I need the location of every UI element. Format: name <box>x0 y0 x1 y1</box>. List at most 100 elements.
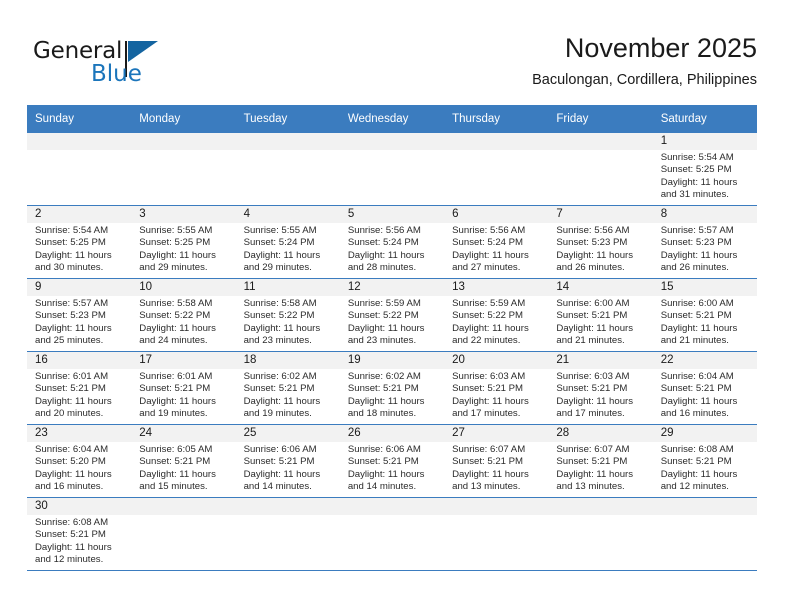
calendar-day-cell[interactable]: 8 Sunrise: 5:57 AM Sunset: 5:23 PM Daylight… <box>652 205 757 279</box>
calendar-day-cell[interactable]: 29 Sunrise: 6:08 AM Sunset: 5:21 PM Dayligh… <box>652 424 757 498</box>
day-detail-daylight2: and 12 minutes. <box>35 553 104 565</box>
calendar-day-cell[interactable]: 11 Sunrise: 5:58 AM Sunset: 5:22 PM Dayligh… <box>235 278 340 352</box>
calendar-day-cell[interactable]: 6 Sunrise: 5:56 AM Sunset: 5:24 PM Daylight… <box>444 205 549 279</box>
calendar-day-cell[interactable]: 14 Sunrise: 6:00 AM Sunset: 5:21 PM Dayligh… <box>548 278 653 352</box>
day-detail-sunrise: Sunrise: 5:59 AM <box>347 298 421 309</box>
day-detail-daylight2: and 23 minutes. <box>243 334 312 346</box>
calendar-day-cell[interactable]: 23 Sunrise: 6:04 AM Sunset: 5:20 PM Dayligh… <box>27 424 132 498</box>
day-detail-daylight2: and 14 minutes. <box>243 480 312 492</box>
day-details: Sunrise: 5:57 AM Sunset: 5:23 PM Daylight:… <box>27 296 131 347</box>
calendar-day-cell[interactable]: 19 Sunrise: 6:02 AM Sunset: 5:21 PM Dayligh… <box>339 351 445 425</box>
day-detail-daylight1: Daylight: 11 hours <box>35 395 112 407</box>
day-number: 1 <box>652 133 757 150</box>
day-detail-sunrise: Sunrise: 5:57 AM <box>660 225 734 236</box>
day-cell-inner <box>235 498 340 570</box>
day-cell-inner: 12 Sunrise: 5:59 AM Sunset: 5:22 PM Dayligh… <box>339 279 445 351</box>
day-cell-inner: 2 Sunrise: 5:54 AM Sunset: 5:25 PM Daylight… <box>27 206 132 278</box>
calendar-day-cell[interactable]: 15 Sunrise: 6:00 AM Sunset: 5:21 PM Dayligh… <box>652 278 757 352</box>
calendar-week-row: 2 Sunrise: 5:54 AM Sunset: 5:25 PM Daylight… <box>27 205 757 279</box>
day-detail-daylight2: and 30 minutes. <box>35 261 104 273</box>
calendar-cell-empty <box>27 133 132 206</box>
calendar-day-cell[interactable]: 12 Sunrise: 5:59 AM Sunset: 5:22 PM Dayligh… <box>339 278 445 352</box>
day-details: Sunrise: 5:54 AM Sunset: 5:25 PM Daylight:… <box>27 223 131 274</box>
day-number <box>444 498 549 515</box>
day-details: Sunrise: 5:56 AM Sunset: 5:24 PM Daylight:… <box>444 223 548 274</box>
day-detail-sunset: Sunset: 5:21 PM <box>452 456 524 468</box>
day-detail-sunrise: Sunrise: 6:05 AM <box>139 444 213 455</box>
day-details: Sunrise: 6:02 AM Sunset: 5:21 PM Daylight:… <box>340 369 444 420</box>
weekday-header-wednesday: Wednesday <box>339 105 445 133</box>
day-detail-daylight1: Daylight: 11 hours <box>452 322 529 334</box>
calendar-day-cell[interactable]: 3 Sunrise: 5:55 AM Sunset: 5:25 PM Daylight… <box>131 205 236 279</box>
calendar-day-cell[interactable]: 22 Sunrise: 6:04 AM Sunset: 5:21 PM Dayligh… <box>652 351 757 425</box>
calendar-day-cell[interactable]: 30 Sunrise: 6:08 AM Sunset: 5:21 PM Dayligh… <box>27 497 132 571</box>
calendar-day-cell[interactable]: 10 Sunrise: 5:58 AM Sunset: 5:22 PM Dayligh… <box>131 278 236 352</box>
day-detail-sunset: Sunset: 5:23 PM <box>35 310 106 322</box>
calendar-day-cell[interactable]: 21 Sunrise: 6:03 AM Sunset: 5:21 PM Dayligh… <box>548 351 653 425</box>
day-number: 14 <box>548 279 653 296</box>
day-details: Sunrise: 6:06 AM Sunset: 5:21 PM Daylight:… <box>236 442 340 493</box>
calendar-day-cell[interactable]: 2 Sunrise: 5:54 AM Sunset: 5:25 PM Daylight… <box>27 205 132 279</box>
day-details: Sunrise: 5:59 AM Sunset: 5:22 PM Daylight:… <box>444 296 548 347</box>
day-number: 21 <box>548 352 653 369</box>
calendar-day-cell[interactable]: 28 Sunrise: 6:07 AM Sunset: 5:21 PM Dayligh… <box>548 424 653 498</box>
calendar-cell-empty <box>235 133 340 206</box>
calendar-body: 1 Sunrise: 5:54 AM Sunset: 5:25 PM Daylight… <box>27 133 757 571</box>
day-details: Sunrise: 5:56 AM Sunset: 5:23 PM Daylight:… <box>548 223 652 274</box>
day-detail-sunset: Sunset: 5:22 PM <box>139 310 211 322</box>
day-details: Sunrise: 5:55 AM Sunset: 5:25 PM Daylight:… <box>131 223 235 274</box>
day-detail-sunrise: Sunrise: 6:00 AM <box>660 298 734 309</box>
day-cell-inner: 25 Sunrise: 6:06 AM Sunset: 5:21 PM Dayligh… <box>235 425 340 497</box>
day-detail-daylight1: Daylight: 11 hours <box>556 395 634 407</box>
day-cell-inner: 11 Sunrise: 5:58 AM Sunset: 5:22 PM Dayligh… <box>235 279 340 351</box>
day-number: 13 <box>444 279 549 296</box>
day-detail-daylight1: Daylight: 11 hours <box>660 249 738 261</box>
calendar-day-cell[interactable]: 27 Sunrise: 6:07 AM Sunset: 5:21 PM Dayligh… <box>444 424 549 498</box>
day-detail-sunrise: Sunrise: 5:55 AM <box>243 225 317 236</box>
day-cell-inner: 29 Sunrise: 6:08 AM Sunset: 5:21 PM Dayligh… <box>652 425 757 497</box>
blue-triangle-flag-icon <box>125 41 158 77</box>
day-detail-sunrise: Sunrise: 5:56 AM <box>347 225 421 236</box>
day-detail-sunset: Sunset: 5:21 PM <box>139 456 211 468</box>
day-detail-sunset: Sunset: 5:21 PM <box>452 383 524 395</box>
calendar-day-cell[interactable]: 17 Sunrise: 6:01 AM Sunset: 5:21 PM Dayligh… <box>131 351 236 425</box>
calendar-day-cell[interactable]: 18 Sunrise: 6:02 AM Sunset: 5:21 PM Dayligh… <box>235 351 340 425</box>
day-detail-sunrise: Sunrise: 6:07 AM <box>556 444 630 455</box>
day-cell-inner: 22 Sunrise: 6:04 AM Sunset: 5:21 PM Dayligh… <box>652 352 757 424</box>
day-detail-daylight1: Daylight: 11 hours <box>347 249 425 261</box>
day-detail-sunrise: Sunrise: 6:08 AM <box>660 444 734 455</box>
calendar-day-cell[interactable]: 7 Sunrise: 5:56 AM Sunset: 5:23 PM Daylight… <box>548 205 653 279</box>
day-detail-sunset: Sunset: 5:21 PM <box>556 456 628 468</box>
calendar-day-cell[interactable]: 1 Sunrise: 5:54 AM Sunset: 5:25 PM Daylight… <box>652 133 757 206</box>
day-number: 16 <box>27 352 132 369</box>
day-number: 18 <box>235 352 340 369</box>
calendar-day-cell[interactable]: 4 Sunrise: 5:55 AM Sunset: 5:24 PM Daylight… <box>235 205 340 279</box>
day-detail-sunrise: Sunrise: 6:00 AM <box>556 298 630 309</box>
day-detail-daylight1: Daylight: 11 hours <box>660 468 738 480</box>
calendar-day-cell[interactable]: 9 Sunrise: 5:57 AM Sunset: 5:23 PM Daylight… <box>27 278 132 352</box>
day-number <box>652 498 757 515</box>
day-cell-inner <box>444 498 549 570</box>
day-detail-daylight2: and 26 minutes. <box>556 261 625 273</box>
day-details: Sunrise: 6:03 AM Sunset: 5:21 PM Daylight:… <box>444 369 548 420</box>
general-blue-logo[interactable]: General Blue <box>33 38 213 90</box>
day-detail-daylight2: and 13 minutes. <box>556 480 625 492</box>
day-details: Sunrise: 6:08 AM Sunset: 5:21 PM Daylight:… <box>27 515 131 566</box>
day-number: 4 <box>235 206 340 223</box>
day-cell-inner: 16 Sunrise: 6:01 AM Sunset: 5:21 PM Dayligh… <box>27 352 132 424</box>
day-details: Sunrise: 5:59 AM Sunset: 5:22 PM Daylight:… <box>340 296 444 347</box>
day-details: Sunrise: 6:08 AM Sunset: 5:21 PM Daylight:… <box>653 442 757 493</box>
calendar-day-cell[interactable]: 26 Sunrise: 6:06 AM Sunset: 5:21 PM Dayligh… <box>339 424 445 498</box>
calendar-day-cell[interactable]: 25 Sunrise: 6:06 AM Sunset: 5:21 PM Dayligh… <box>235 424 340 498</box>
day-detail-sunrise: Sunrise: 6:06 AM <box>347 444 421 455</box>
calendar-day-cell[interactable]: 20 Sunrise: 6:03 AM Sunset: 5:21 PM Dayligh… <box>444 351 549 425</box>
calendar-day-cell[interactable]: 13 Sunrise: 5:59 AM Sunset: 5:22 PM Dayligh… <box>444 278 549 352</box>
calendar-day-cell[interactable]: 16 Sunrise: 6:01 AM Sunset: 5:21 PM Dayligh… <box>27 351 132 425</box>
day-number: 10 <box>131 279 236 296</box>
day-detail-sunset: Sunset: 5:21 PM <box>243 383 315 395</box>
day-details: Sunrise: 5:54 AM Sunset: 5:25 PM Daylight:… <box>653 150 757 201</box>
day-detail-sunset: Sunset: 5:21 PM <box>660 310 732 322</box>
day-detail-daylight2: and 15 minutes. <box>139 480 208 492</box>
calendar-day-cell[interactable]: 5 Sunrise: 5:56 AM Sunset: 5:24 PM Daylight… <box>339 205 445 279</box>
calendar-day-cell[interactable]: 24 Sunrise: 6:05 AM Sunset: 5:21 PM Dayligh… <box>131 424 236 498</box>
